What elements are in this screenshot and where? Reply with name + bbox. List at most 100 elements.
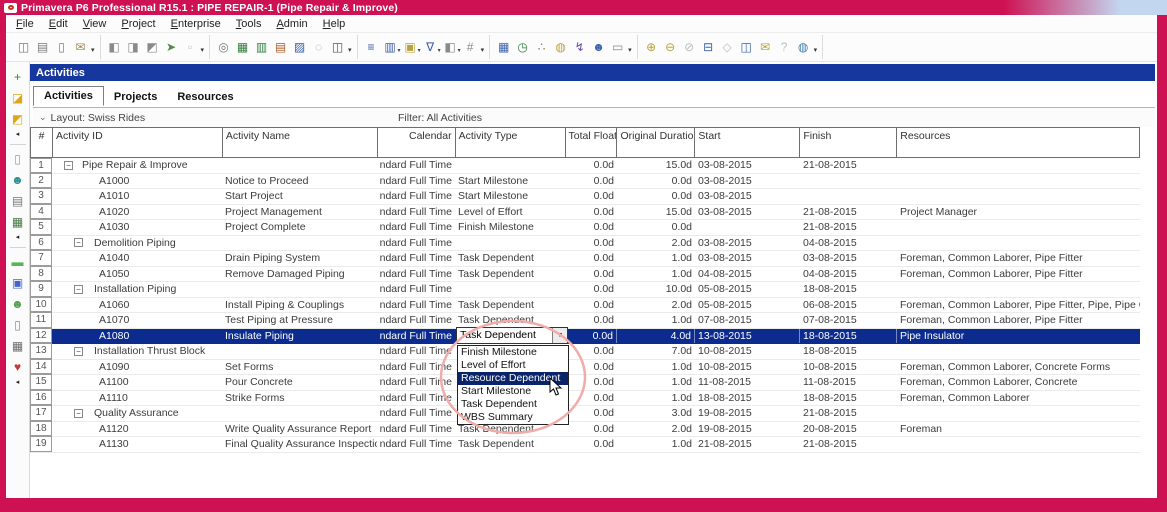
find-activity-icon[interactable]: ◎: [214, 38, 233, 57]
page-prev-icon[interactable]: ◧: [105, 38, 124, 57]
split-horizontal-icon[interactable]: ⊟: [699, 38, 718, 57]
dropdown-option[interactable]: Level of Effort: [458, 359, 568, 372]
line-numbers-icon[interactable]: #: [461, 38, 480, 57]
table-row[interactable]: 6 − Demolition Piping ndard Full Time 0.0d 2.…: [30, 234, 1140, 251]
menu-item-admin[interactable]: Admin: [276, 18, 307, 30]
zoom-fit-icon[interactable]: ⊘: [680, 38, 699, 57]
table-row[interactable]: 11 A1070 Test Piping at Pressure ndard Full…: [30, 312, 1140, 329]
sidebar-collapse-caret-icon[interactable]: ◂: [16, 233, 20, 241]
dropdown-option[interactable]: Task Dependent: [458, 398, 568, 411]
global-change-icon[interactable]: ◍: [551, 38, 570, 57]
menu-item-help[interactable]: Help: [323, 18, 346, 30]
table-row[interactable]: 14 A1090 Set Forms ndard Full Time 0.0d 1.0d 1…: [30, 358, 1140, 375]
column-header-cal[interactable]: Calendar: [378, 128, 456, 157]
table-row[interactable]: 3 A1010 Start Project ndard Full Time Start …: [30, 188, 1140, 205]
tab-projects[interactable]: Projects: [104, 88, 167, 106]
table-row[interactable]: 8 A1050 Remove Damaged Piping ndard Full Ti…: [30, 265, 1140, 282]
pointer-tool-icon[interactable]: ➤: [162, 38, 181, 57]
notes-icon[interactable]: ✉: [756, 38, 775, 57]
notebook-icon[interactable]: ▤: [9, 192, 27, 209]
assign-resources-icon[interactable]: ☻: [589, 38, 608, 57]
toolbar-overflow-caret-icon[interactable]: ▾: [481, 46, 485, 54]
activity-type-combobox[interactable]: Task Dependent ▼: [456, 327, 568, 344]
toolbar-overflow-caret-icon[interactable]: ▾: [814, 46, 818, 54]
menu-item-view[interactable]: View: [83, 18, 107, 30]
pill-icon[interactable]: ▬: [9, 253, 27, 270]
column-header-finish[interactable]: Finish: [800, 128, 898, 157]
schedule-clock-icon[interactable]: ◷: [513, 38, 532, 57]
page-setup-icon[interactable]: ▯: [52, 38, 71, 57]
snap-tool-icon[interactable]: ▫: [181, 38, 200, 57]
calculator-icon[interactable]: ▦: [9, 337, 27, 354]
table-row[interactable]: 18 A1120 Write Quality Assurance Report nda…: [30, 420, 1140, 437]
zoom-out-icon[interactable]: ⊖: [661, 38, 680, 57]
toolbar-overflow-caret-icon[interactable]: ▾: [91, 46, 95, 54]
dropdown-option[interactable]: WBS Summary: [458, 411, 568, 424]
level-resources-icon[interactable]: ∴: [532, 38, 551, 57]
column-header-type[interactable]: Activity Type: [456, 128, 566, 157]
sidebar-collapse-caret-icon[interactable]: ◂: [16, 130, 20, 138]
bars-icon[interactable]: ≡: [362, 38, 381, 57]
column-header-id[interactable]: Activity ID: [53, 128, 223, 157]
print-preview-icon[interactable]: ◫: [14, 38, 33, 57]
table-row[interactable]: 19 A1130 Final Quality Assurance Inspectio…: [30, 436, 1140, 453]
person-green-icon[interactable]: ☻: [9, 295, 27, 312]
toolbar-overflow-caret-icon[interactable]: ▾: [201, 46, 205, 54]
combobox-dropdown-button[interactable]: ▼: [552, 328, 567, 343]
cubes-icon[interactable]: ▣: [9, 274, 27, 291]
relationships-icon[interactable]: ◌: [309, 38, 328, 57]
table-row[interactable]: 13 − Installation Thrust Block ndard Full T…: [30, 343, 1140, 360]
activity-table-icon[interactable]: ▦: [233, 38, 252, 57]
column-header-start[interactable]: Start: [695, 128, 801, 157]
page-break-icon[interactable]: ◩: [143, 38, 162, 57]
schedule-f9-icon[interactable]: ↯: [570, 38, 589, 57]
spreadsheet-icon[interactable]: ▦: [494, 38, 513, 57]
activity-details-icon[interactable]: ▭: [608, 38, 627, 57]
split-vertical-icon[interactable]: ◫: [737, 38, 756, 57]
menu-item-file[interactable]: File: [16, 18, 34, 30]
collapse-minus-icon[interactable]: −: [64, 160, 73, 170]
table-row[interactable]: 5 A1030 Project Complete ndard Full Time Fin…: [30, 219, 1140, 236]
collapse-minus-icon[interactable]: −: [74, 408, 83, 418]
table-row[interactable]: 9 − Installation Piping ndard Full Time 0.0d…: [30, 281, 1140, 298]
collapse-minus-icon[interactable]: −: [74, 238, 83, 248]
table-row[interactable]: 10 A1060 Install Piping & Couplings ndard F…: [30, 296, 1140, 313]
table-row[interactable]: 2 A1000 Notice to Proceed ndard Full Time St…: [30, 172, 1140, 189]
table-row[interactable]: 16 A1110 Strike Forms ndard Full Time 0.0d 1.…: [30, 389, 1140, 406]
collapse-minus-icon[interactable]: −: [74, 346, 83, 356]
toolbar-overflow-caret-icon[interactable]: ▾: [628, 46, 632, 54]
page-next-icon[interactable]: ◨: [124, 38, 143, 57]
tab-activities[interactable]: Activities: [33, 86, 104, 106]
expand-all-icon[interactable]: ◇: [718, 38, 737, 57]
column-header-float[interactable]: Total Float: [566, 128, 618, 157]
new-folder-icon[interactable]: ◩: [9, 110, 27, 127]
tab-resources[interactable]: Resources: [167, 88, 243, 106]
table-row[interactable]: 1− Pipe Repair & Improve ndard Full Time 0.…: [30, 158, 1140, 174]
document-icon[interactable]: ▯: [9, 316, 27, 333]
column-header-name[interactable]: Activity Name: [223, 128, 378, 157]
chart-report-icon[interactable]: ▦: [9, 213, 27, 230]
menu-item-edit[interactable]: Edit: [49, 18, 68, 30]
blank-page-icon[interactable]: ▯: [9, 150, 27, 167]
zoom-in-icon[interactable]: ⊕: [642, 38, 661, 57]
menu-item-enterprise[interactable]: Enterprise: [171, 18, 221, 30]
publish-icon[interactable]: ✉: [71, 38, 90, 57]
online-help-icon[interactable]: ◍: [794, 38, 813, 57]
column-header-res[interactable]: Resources: [897, 128, 1140, 157]
dropdown-option[interactable]: Finish Milestone: [458, 346, 568, 359]
resource-usage-icon[interactable]: ▨: [290, 38, 309, 57]
table-row[interactable]: 12 A1080 Insulate Piping ndard Full Time 0.0…: [30, 327, 1140, 344]
print-icon[interactable]: ▤: [33, 38, 52, 57]
column-header-dur[interactable]: Original Duration: [617, 128, 696, 157]
table-row[interactable]: 7 A1040 Drain Piping System ndard Full Time…: [30, 250, 1140, 267]
table-row[interactable]: 15 A1100 Pour Concrete ndard Full Time 0.0d 1…: [30, 374, 1140, 391]
resource-person-icon[interactable]: ☻: [9, 171, 27, 188]
table-row[interactable]: 4 A1020 Project Management ndard Full Time L…: [30, 203, 1140, 220]
menu-item-project[interactable]: Project: [121, 18, 155, 30]
layout-options-bar[interactable]: ⌄ Layout: Swiss Rides Filter: All Activi…: [33, 107, 1155, 127]
help-icon[interactable]: ?: [775, 38, 794, 57]
menu-item-tools[interactable]: Tools: [236, 18, 262, 30]
table-row[interactable]: 17 − Quality Assurance ndard Full Time 0.0d 3…: [30, 405, 1140, 422]
column-header-num[interactable]: #: [31, 128, 53, 157]
add-icon[interactable]: +: [9, 68, 27, 85]
